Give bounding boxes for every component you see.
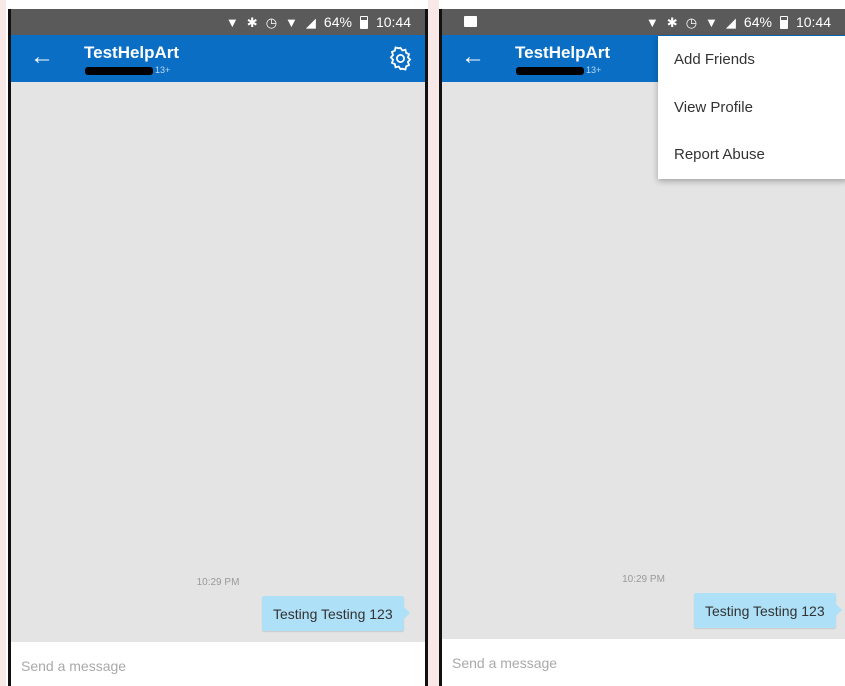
- message-bubble: Testing Testing 123: [694, 593, 842, 628]
- battery-icon: [779, 15, 788, 29]
- status-time: 10:44: [375, 14, 411, 30]
- signal-icon: ◢: [305, 14, 316, 30]
- message-input[interactable]: [452, 651, 832, 675]
- battery-percent: 64%: [743, 14, 772, 30]
- location-pin-icon: ▼: [645, 14, 659, 30]
- menu-item-report-abuse[interactable]: Report Abuse: [658, 131, 845, 179]
- message-composer: [442, 639, 845, 686]
- gear-icon[interactable]: [387, 45, 414, 72]
- chat-title: TestHelpArt: [84, 43, 180, 62]
- background-watermark: [428, 0, 439, 686]
- menu-item-view-profile[interactable]: View Profile: [658, 84, 845, 132]
- battery-icon: [359, 15, 368, 29]
- menu-item-add-friends[interactable]: Add Friends: [658, 36, 845, 84]
- arrow-left-icon[interactable]: ←: [460, 44, 486, 70]
- signal-icon: ◢: [725, 14, 736, 30]
- message-timestamp: 10:29 PM: [622, 574, 665, 585]
- image-notification-icon: [464, 16, 477, 27]
- app-bar: ← TestHelpArt 13+: [11, 35, 425, 82]
- redacted-username: [516, 67, 584, 75]
- wifi-icon: ▼: [705, 14, 718, 30]
- age-badge: 13+: [155, 65, 171, 75]
- alarm-icon: ◷: [685, 14, 698, 30]
- bluetooth-icon: ✱: [246, 14, 258, 30]
- location-pin-icon: ▼: [225, 14, 239, 30]
- background-watermark: [0, 0, 6, 686]
- chat-title: TestHelpArt: [515, 43, 611, 62]
- message-bubble: Testing Testing 123: [262, 596, 410, 631]
- arrow-left-icon[interactable]: ←: [29, 44, 55, 70]
- redacted-username: [85, 67, 153, 75]
- message-timestamp: 10:29 PM: [196, 577, 240, 588]
- status-bar: ▼ ✱ ◷ ▼ ◢ 64% 10:44: [442, 9, 845, 35]
- message-input[interactable]: [21, 654, 401, 678]
- status-bar: ▼ ✱ ◷ ▼ ◢ 64% 10:44: [11, 9, 425, 35]
- status-time: 10:44: [795, 14, 831, 30]
- phone-screen-chat-menu: ▼ ✱ ◷ ▼ ◢ 64% 10:44 ← TestHelpArt 13+ Ad…: [439, 9, 845, 686]
- overflow-menu: Add Friends View Profile Report Abuse: [658, 36, 845, 179]
- wifi-icon: ▼: [285, 14, 298, 30]
- phone-screen-chat: ▼ ✱ ◷ ▼ ◢ 64% 10:44 ← TestHelpArt 13+ 10…: [8, 9, 428, 686]
- message-composer: [11, 642, 425, 686]
- age-badge: 13+: [586, 65, 602, 75]
- alarm-icon: ◷: [265, 14, 278, 30]
- bluetooth-icon: ✱: [666, 14, 678, 30]
- battery-percent: 64%: [323, 14, 352, 30]
